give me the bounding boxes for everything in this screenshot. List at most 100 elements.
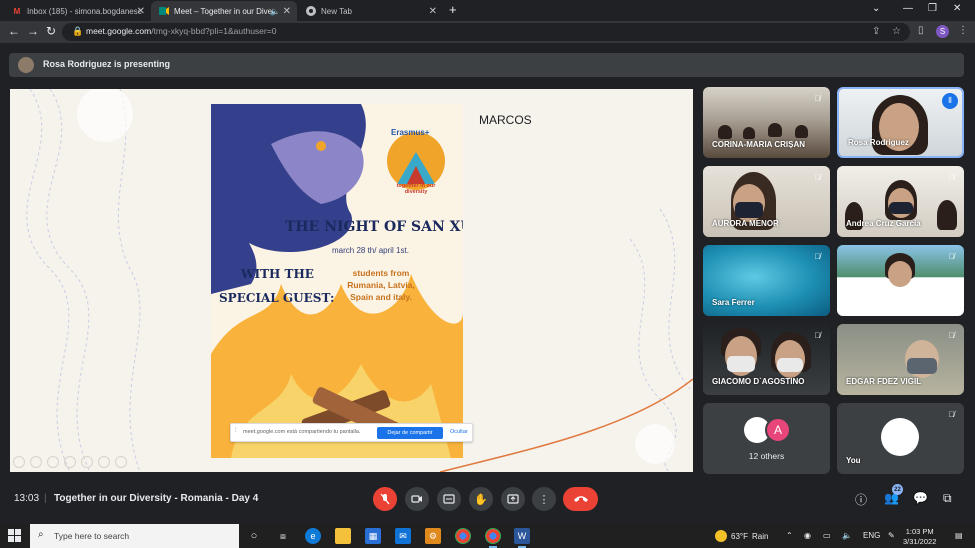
url-text[interactable]: meet.google.com/tmg-xkyq-bbd?pli=1&authu… [86,26,276,36]
notifications-icon[interactable]: ▤ [955,531,963,540]
slide-control-icon[interactable] [13,456,25,468]
chrome-taskbar-icon[interactable] [455,528,471,544]
self-tile[interactable]: 🎙̸ You [837,403,964,474]
tab-meet[interactable]: Meet – Together in our Diversi 🔈 ✕ [151,1,297,21]
chevron-up-icon[interactable]: ⌃ [786,531,793,540]
meeting-controls-bar: 13:03 | Together in our Diversity - Roma… [0,484,975,514]
more-vert-icon: ⋮ [538,493,550,506]
leave-call-button[interactable] [563,487,598,511]
video-feed [837,245,964,316]
participant-tile[interactable]: 🎙̸ EDGAR FDEZ VIGIL [837,324,964,395]
screen-share-notice: ⁞ meet.google.com está compartiendo tu p… [230,423,473,442]
browser-tab-strip: M Inbox (185) - simona.bogdanesc ✕ Meet … [0,0,975,21]
poster-date: march 28 th/ april 1st. [332,246,409,255]
profile-avatar[interactable]: S [936,25,949,38]
settings-icon[interactable]: ⚙ [425,528,441,544]
task-view-icon[interactable]: ⧈ [275,528,291,544]
taskbar-search[interactable]: ⌕ Type here to search [30,524,239,548]
close-window-icon[interactable]: ✕ [953,3,961,14]
meeting-title: Together in our Diversity - Romania - Da… [54,493,259,504]
meeting-time: 13:03 [14,493,40,504]
participant-tile[interactable]: 🎙̸ GIACOMO D`AGOSTINO [703,324,830,395]
address-bar[interactable]: 🔒 meet.google.com/tmg-xkyq-bbd?pli=1&aut… [62,23,910,41]
hide-notice-button[interactable]: Ocultar [450,429,468,435]
muted-mic-icon: 🎙̸ [814,173,821,182]
lock-icon[interactable]: 🔒 [72,26,83,37]
activities-icon[interactable]: ⧉ [943,491,952,506]
drag-handle-icon[interactable]: ⁞ [235,428,237,434]
tab-search-icon[interactable]: ⌄ [872,3,880,14]
slide-control-icon[interactable] [98,456,110,468]
avatar [881,418,919,456]
participant-tile[interactable]: ⦀ Rosa Rodriguez [837,87,964,158]
network-icon[interactable]: ▭ [823,531,831,540]
file-explorer-icon[interactable] [335,528,351,544]
minimize-icon[interactable]: — [903,3,913,14]
camera-toggle-button[interactable] [405,487,429,511]
speaker-icon[interactable]: 🔈 [270,7,280,16]
mail-icon[interactable]: ✉ [395,528,411,544]
others-tile[interactable]: A 12 others [703,403,830,474]
people-count-badge: 22 [892,484,903,495]
slide-control-icon[interactable] [115,456,127,468]
slide-control-icon[interactable] [30,456,42,468]
system-clock[interactable]: 1:03 PM 3/31/2022 [903,527,936,547]
separator: | [44,493,47,504]
pen-icon[interactable]: ✎ [888,531,895,540]
slide-control-icon[interactable] [64,456,76,468]
participant-tile[interactable]: 🎙̸ [837,245,964,316]
close-icon[interactable]: ✕ [429,6,437,17]
word-icon[interactable]: W [514,528,530,548]
presenting-text: Rosa Rodriguez is presenting [43,59,171,69]
poster-students: students from Rumania, Latvia, Spain and… [347,268,415,302]
tab-title: Inbox (185) - simona.bogdanesc [27,6,142,16]
stop-sharing-button[interactable]: Dejar de compartir [377,427,443,439]
edge-icon[interactable]: e [305,528,321,544]
new-tab-button[interactable]: + [449,2,457,17]
browser-toolbar: ← → ↻ 🔒 meet.google.com/tmg-xkyq-bbd?pli… [0,21,975,43]
forward-icon[interactable]: → [27,24,39,38]
meet-tray-icon[interactable]: ◉ [804,531,811,540]
search-placeholder: Type here to search [54,531,130,541]
store-icon[interactable]: ▦ [365,528,381,544]
reload-icon[interactable]: ↻ [46,24,56,38]
poster-guest-line1: WITH THE [241,267,314,281]
mic-toggle-button[interactable] [373,487,397,511]
more-options-button[interactable]: ⋮ [532,487,556,511]
participant-name: GIACOMO D`AGOSTINO [712,377,805,386]
side-panel-icon[interactable]: ▯ [918,25,924,36]
others-count: 12 others [748,451,785,461]
slide-control-icon[interactable] [81,456,93,468]
clock-date: 3/31/2022 [903,537,937,546]
slide-control-icon[interactable] [47,456,59,468]
participant-tile[interactable]: 🎙̸ Andrea Cruz García [837,166,964,237]
captions-button[interactable] [437,487,461,511]
cortana-icon[interactable]: ○ [246,528,262,544]
participant-tile[interactable]: 🎙̸ CORINA-MARIA CRIȘAN [703,87,830,158]
participant-tile[interactable]: 🎙̸ AURORA MENOR [703,166,830,237]
mic-off-icon [380,493,390,505]
bookmark-star-icon[interactable]: ☆ [892,26,901,37]
close-icon[interactable]: ✕ [137,6,145,17]
volume-icon[interactable]: 🔈 [842,531,852,540]
back-icon[interactable]: ← [8,24,20,38]
poster-guest-line2: SPECIAL GUEST: [219,291,335,305]
restore-icon[interactable]: ❐ [928,3,937,14]
weather-widget[interactable]: 63°F Rain [715,530,768,542]
tab-new-tab[interactable]: New Tab ✕ [298,1,443,21]
close-icon[interactable]: ✕ [283,6,291,17]
erasmus-logo [387,132,445,190]
meeting-details-icon[interactable]: ⓘ [855,491,867,508]
tab-gmail[interactable]: M Inbox (185) - simona.bogdanesc ✕ [4,1,151,21]
chat-icon[interactable]: 💬 [913,491,928,505]
windows-start-icon[interactable] [8,529,21,542]
raise-hand-button[interactable]: ✋ [469,487,493,511]
share-icon[interactable]: ⇪ [872,26,880,37]
chrome-profile-taskbar-icon[interactable] [485,528,501,548]
muted-mic-icon: 🎙̸ [814,94,821,103]
menu-kebab-icon[interactable]: ⋮ [958,25,968,36]
present-screen-button[interactable] [501,487,525,511]
language-indicator[interactable]: ENG [863,531,880,540]
participant-tile[interactable]: 🎙̸ Sara Ferrer [703,245,830,316]
weather-desc: Rain [751,531,769,541]
